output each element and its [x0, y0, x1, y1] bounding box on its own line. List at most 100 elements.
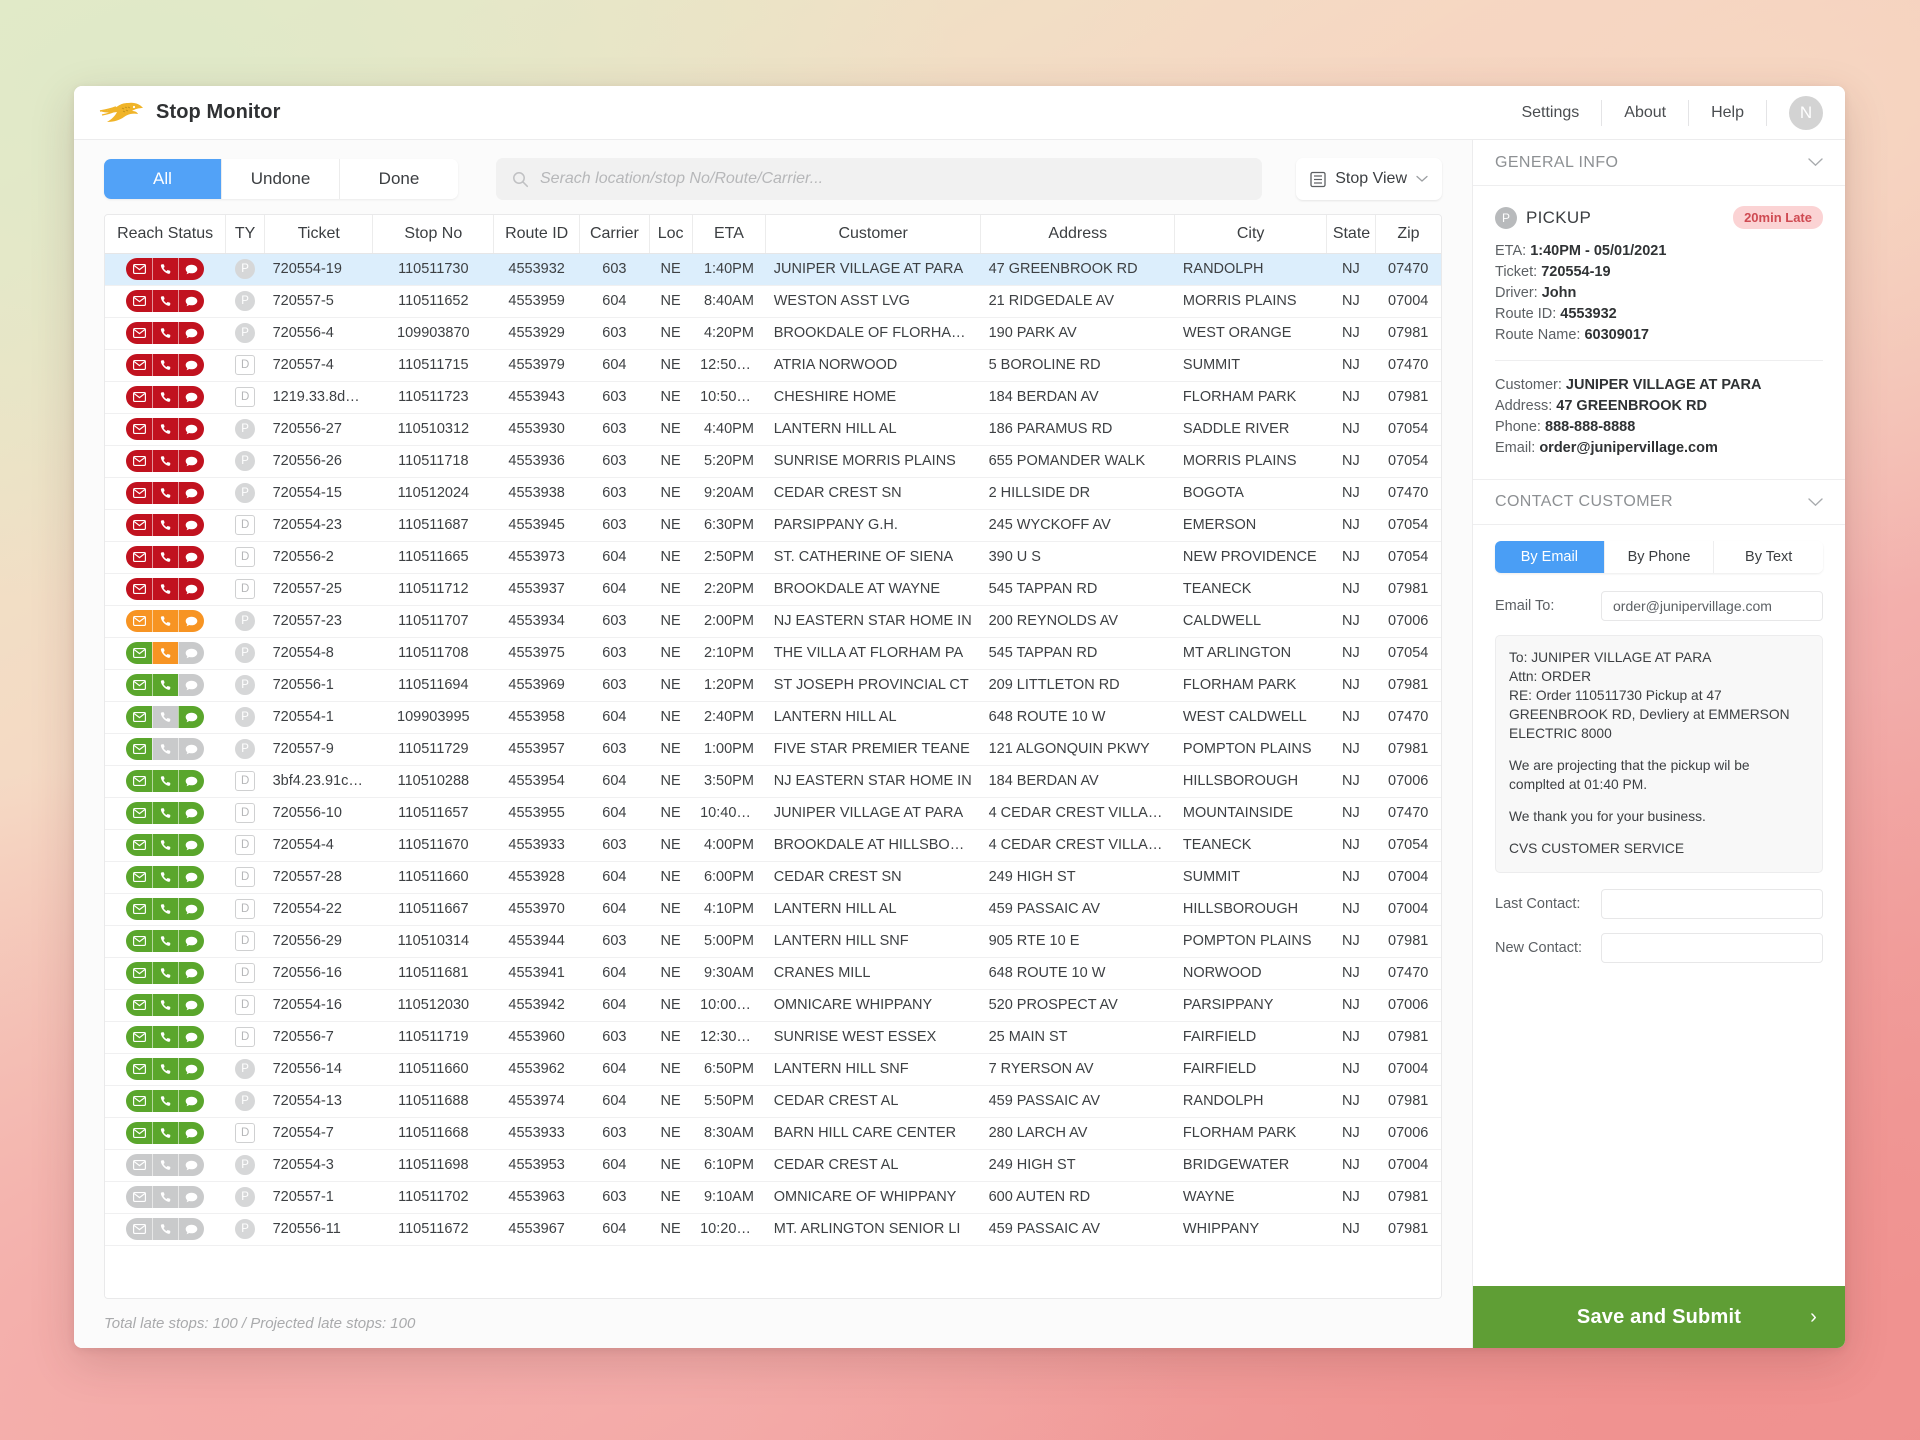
table-row[interactable]: D 720556-16 110511681 4553941 604 NE 9:30AM CRA… [105, 957, 1441, 990]
nav-settings[interactable]: Settings [1499, 96, 1601, 130]
email-icon[interactable] [126, 1026, 153, 1048]
phone-icon[interactable] [152, 706, 179, 728]
cell-reach-status[interactable] [105, 1021, 226, 1054]
cell-reach-status[interactable] [105, 445, 226, 478]
chat-icon[interactable] [178, 866, 205, 888]
table-row[interactable]: D 720556-29 110510314 4553944 603 NE 5:00PM LAN… [105, 925, 1441, 958]
email-icon[interactable] [126, 578, 153, 600]
cell-reach-status[interactable] [105, 253, 226, 286]
chat-icon[interactable] [178, 354, 205, 376]
cell-reach-status[interactable] [105, 797, 226, 830]
table-row[interactable]: D 720556-2 110511665 4553973 604 NE 2:50PM ST. … [105, 541, 1441, 574]
table-row[interactable]: P 720554-15 110512024 4553938 603 NE 9:20AM CED… [105, 477, 1441, 510]
phone-icon[interactable] [152, 354, 179, 376]
cell-reach-status[interactable] [105, 829, 226, 862]
chat-icon[interactable] [178, 834, 205, 856]
chevron-down-icon[interactable] [1808, 497, 1823, 507]
phone-icon[interactable] [152, 1026, 179, 1048]
table-row[interactable]: P 720554-19 110511730 4553932 603 NE 1:40PM JUN… [105, 253, 1441, 286]
table-row[interactable]: P 720556-11 110511672 4553967 604 NE 10:20AM MT… [105, 1213, 1441, 1246]
cell-reach-status[interactable] [105, 861, 226, 894]
phone-icon[interactable] [152, 290, 179, 312]
cell-reach-status[interactable] [105, 669, 226, 702]
email-icon[interactable] [126, 1058, 153, 1080]
cell-reach-status[interactable] [105, 1085, 226, 1118]
phone-icon[interactable] [152, 1218, 179, 1240]
phone-icon[interactable] [152, 1090, 179, 1112]
email-icon[interactable] [126, 290, 153, 312]
table-row[interactable]: D 720557-28 110511660 4553928 604 NE 6:00PM CED… [105, 861, 1441, 894]
email-icon[interactable] [126, 674, 153, 696]
cell-reach-status[interactable] [105, 957, 226, 990]
email-to-input[interactable]: order@junipervillage.com [1601, 591, 1823, 621]
chat-icon[interactable] [178, 674, 205, 696]
cell-reach-status[interactable] [105, 1213, 226, 1246]
chat-icon[interactable] [178, 770, 205, 792]
table-row[interactable]: P 720557-9 110511729 4553957 603 NE 1:00PM FIVE… [105, 733, 1441, 766]
phone-icon[interactable] [152, 482, 179, 504]
contact-customer-header[interactable]: CONTACT CUSTOMER [1473, 479, 1845, 525]
table-row[interactable]: P 720556-1 110511694 4553969 603 NE 1:20PM ST J… [105, 669, 1441, 702]
col-stop-no[interactable]: Stop No [372, 215, 495, 254]
cell-reach-status[interactable] [105, 1181, 226, 1214]
table-row[interactable]: P 720554-1 109903995 4553958 604 NE 2:40PM LANT… [105, 701, 1441, 734]
message-preview[interactable]: To: JUNIPER VILLAGE AT PARA Attn: ORDER … [1495, 635, 1823, 873]
email-icon[interactable] [126, 834, 153, 856]
chat-icon[interactable] [178, 322, 205, 344]
table-row[interactable]: D 720554-4 110511670 4553933 603 NE 4:00PM BROO… [105, 829, 1441, 862]
table-row[interactable]: D 720557-4 110511715 4553979 604 NE 12:50PM ATR… [105, 349, 1441, 382]
phone-icon[interactable] [152, 898, 179, 920]
cell-reach-status[interactable] [105, 605, 226, 638]
chat-icon[interactable] [178, 930, 205, 952]
col-ty[interactable]: TY [225, 215, 266, 254]
new-contact-input[interactable] [1601, 933, 1823, 963]
table-row[interactable]: P 720556-4 109903870 4553929 603 NE 4:20PM BROO… [105, 317, 1441, 350]
chat-icon[interactable] [178, 1186, 205, 1208]
cell-reach-status[interactable] [105, 1053, 226, 1086]
phone-icon[interactable] [152, 802, 179, 824]
chat-icon[interactable] [178, 546, 205, 568]
cell-reach-status[interactable] [105, 925, 226, 958]
table-row[interactable]: D 720556-7 110511719 4553960 603 NE 12:30PM SUN… [105, 1021, 1441, 1054]
phone-icon[interactable] [152, 1154, 179, 1176]
filter-tab-all[interactable]: All [104, 159, 222, 199]
cell-reach-status[interactable] [105, 285, 226, 318]
phone-icon[interactable] [152, 994, 179, 1016]
email-icon[interactable] [126, 1218, 153, 1240]
email-icon[interactable] [126, 1186, 153, 1208]
email-icon[interactable] [126, 546, 153, 568]
phone-icon[interactable] [152, 1122, 179, 1144]
col-route-id[interactable]: Route ID [493, 215, 581, 254]
col-carrier[interactable]: Carrier [579, 215, 650, 254]
table-row[interactable]: D 3bf4.23.91c7aa4 110510288 4553954 604 NE 3:5… [105, 765, 1441, 798]
cell-reach-status[interactable] [105, 637, 226, 670]
table-row[interactable]: P 720557-23 110511707 4553934 603 NE 2:00PM NJ … [105, 605, 1441, 638]
col-ticket[interactable]: Ticket [264, 215, 374, 254]
email-icon[interactable] [126, 802, 153, 824]
cell-reach-status[interactable] [105, 381, 226, 414]
chat-icon[interactable] [178, 1122, 205, 1144]
phone-icon[interactable] [152, 1186, 179, 1208]
nav-help[interactable]: Help [1689, 96, 1766, 130]
phone-icon[interactable] [152, 322, 179, 344]
tab-by-email[interactable]: By Email [1495, 541, 1605, 573]
chat-icon[interactable] [178, 386, 205, 408]
tab-by-phone[interactable]: By Phone [1604, 541, 1715, 573]
chat-icon[interactable] [178, 1218, 205, 1240]
email-icon[interactable] [126, 514, 153, 536]
cell-reach-status[interactable] [105, 317, 226, 350]
col-zip[interactable]: Zip [1375, 215, 1441, 254]
table-row[interactable]: P 720556-27 110510312 4553930 603 NE 4:40PM LAN… [105, 413, 1441, 446]
phone-icon[interactable] [152, 514, 179, 536]
col-loc[interactable]: Loc [649, 215, 693, 254]
avatar[interactable]: N [1789, 95, 1823, 130]
table-row[interactable]: D 720554-23 110511687 4553945 603 NE 6:30PM PAR… [105, 509, 1441, 542]
col-customer[interactable]: Customer [765, 215, 982, 254]
email-icon[interactable] [126, 866, 153, 888]
email-icon[interactable] [126, 738, 153, 760]
search-input[interactable] [540, 170, 1247, 188]
email-icon[interactable] [126, 1122, 153, 1144]
col-city[interactable]: City [1174, 215, 1327, 254]
chat-icon[interactable] [178, 450, 205, 472]
phone-icon[interactable] [152, 578, 179, 600]
